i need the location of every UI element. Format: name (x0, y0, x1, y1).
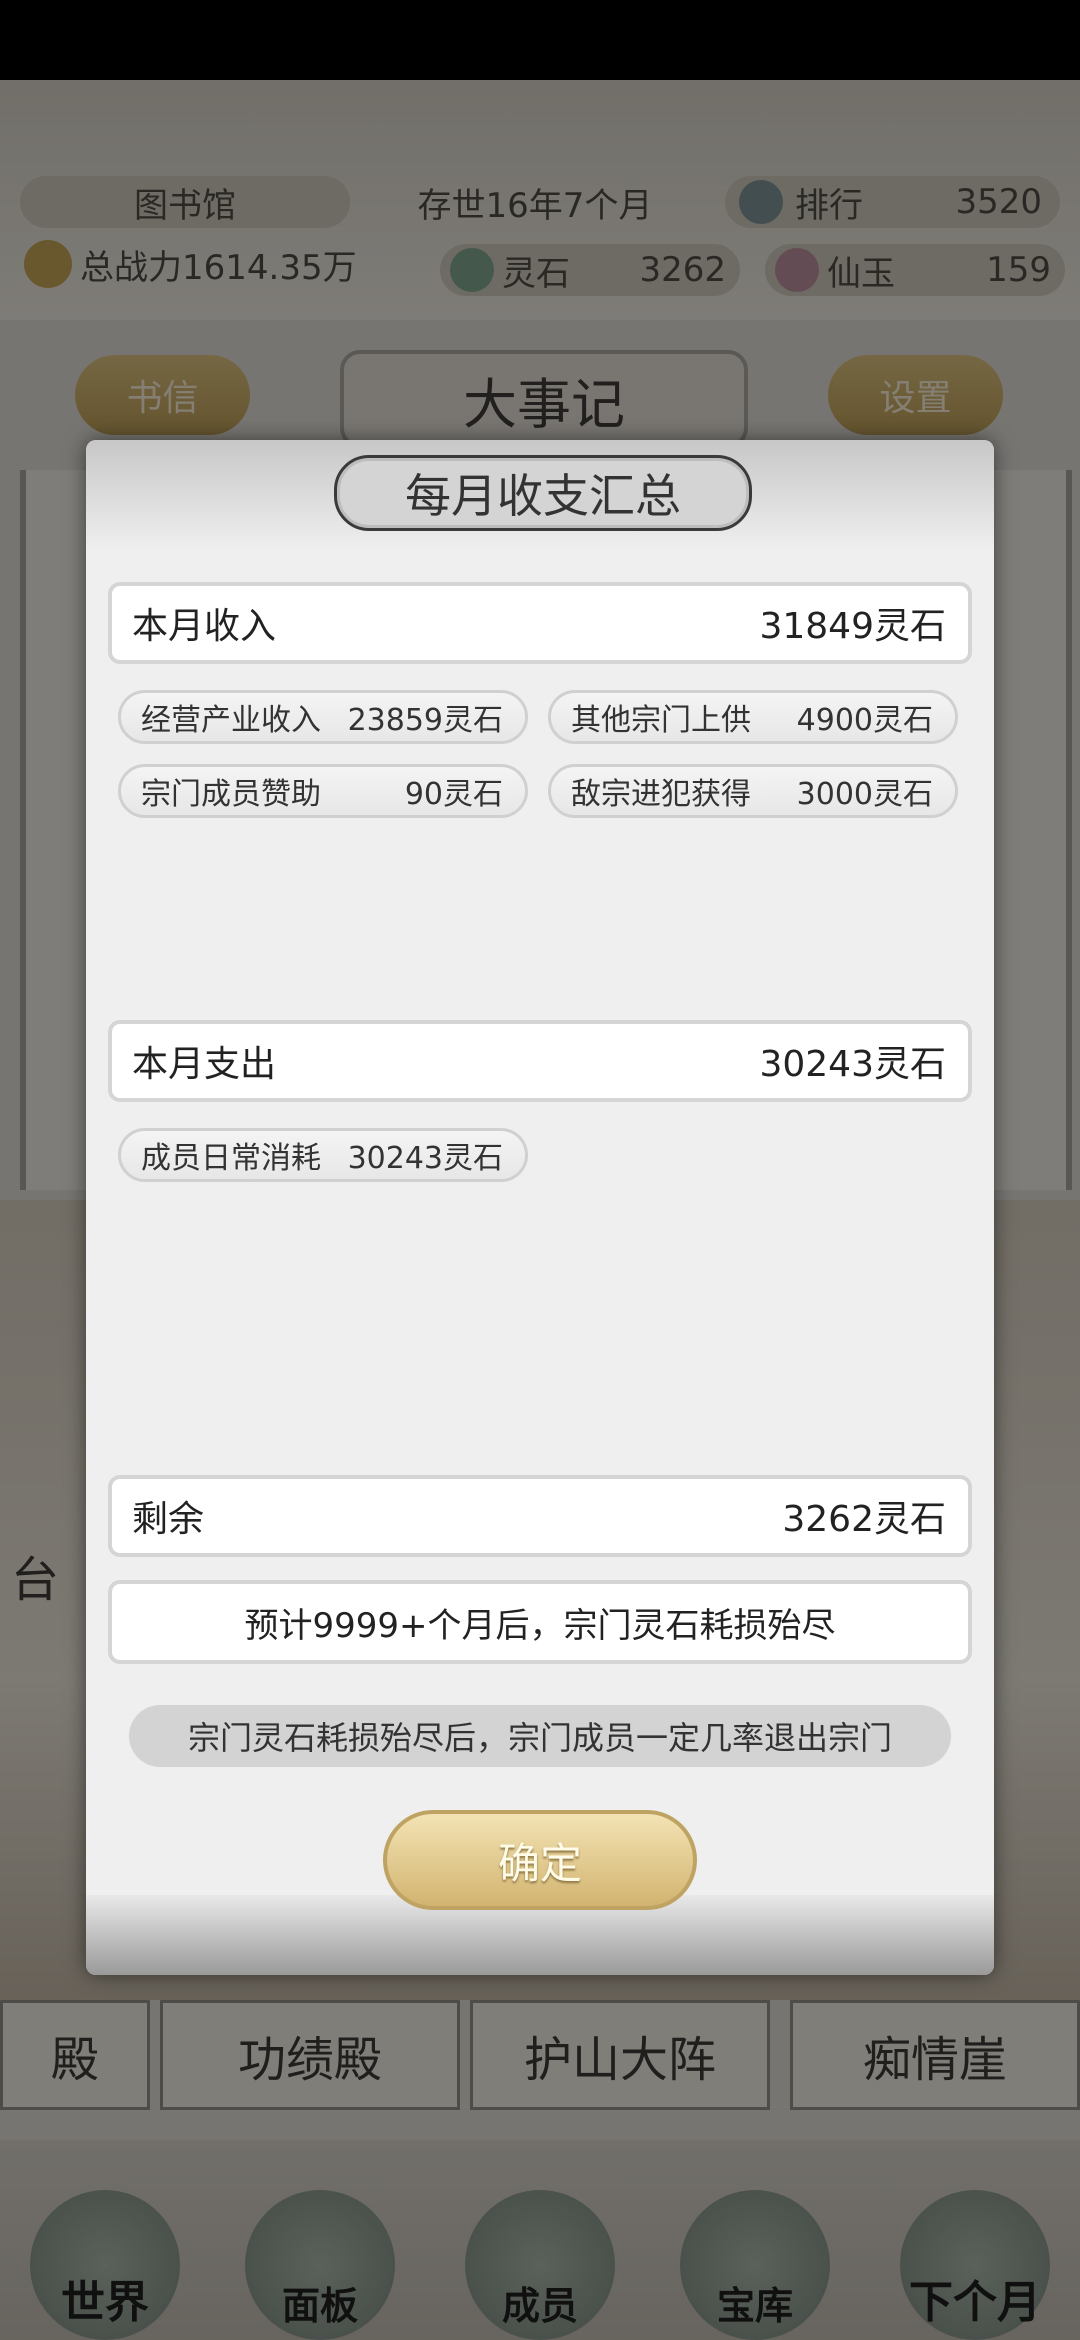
income-item: 敌宗进犯获得 3000灵石 (548, 764, 958, 818)
income-item: 宗门成员赞助 90灵石 (118, 764, 528, 818)
balance-label: 剩余 (132, 1499, 205, 1540)
balance-value: 3262灵石 (782, 1499, 946, 1540)
income-item: 经营产业收入 23859灵石 (118, 690, 528, 744)
forecast-text: 预计9999+个月后，宗门灵石耗损殆尽 (108, 1580, 972, 1664)
expense-total-row: 本月支出 30243灵石 (108, 1020, 972, 1102)
income-item-value: 3000灵石 (796, 777, 933, 812)
income-item: 其他宗门上供 4900灵石 (548, 690, 958, 744)
expense-item-name: 成员日常消耗 (141, 1141, 321, 1176)
income-item-value: 23859灵石 (347, 703, 503, 738)
income-label: 本月收入 (132, 606, 277, 647)
expense-item: 成员日常消耗 30243灵石 (118, 1128, 528, 1182)
income-total: 31849灵石 (759, 606, 946, 647)
confirm-button[interactable]: 确定 (383, 1810, 697, 1910)
income-item-name: 敌宗进犯获得 (571, 777, 751, 812)
dialog-title: 每月收支汇总 (334, 455, 752, 531)
income-total-row: 本月收入 31849灵石 (108, 582, 972, 664)
expense-total: 30243灵石 (759, 1044, 946, 1085)
income-item-name: 经营产业收入 (141, 703, 321, 738)
income-item-value: 90灵石 (404, 777, 503, 812)
expense-label: 本月支出 (132, 1044, 277, 1085)
status-bar (0, 0, 1080, 80)
income-item-name: 宗门成员赞助 (141, 777, 321, 812)
income-item-value: 4900灵石 (796, 703, 933, 738)
monthly-summary-dialog: 每月收支汇总 本月收入 31849灵石 经营产业收入 23859灵石 其他宗门上… (86, 440, 994, 1975)
income-item-name: 其他宗门上供 (571, 703, 751, 738)
warning-text: 宗门灵石耗损殆尽后，宗门成员一定几率退出宗门 (129, 1705, 951, 1767)
balance-row: 剩余 3262灵石 (108, 1475, 972, 1557)
expense-item-value: 30243灵石 (347, 1141, 503, 1176)
